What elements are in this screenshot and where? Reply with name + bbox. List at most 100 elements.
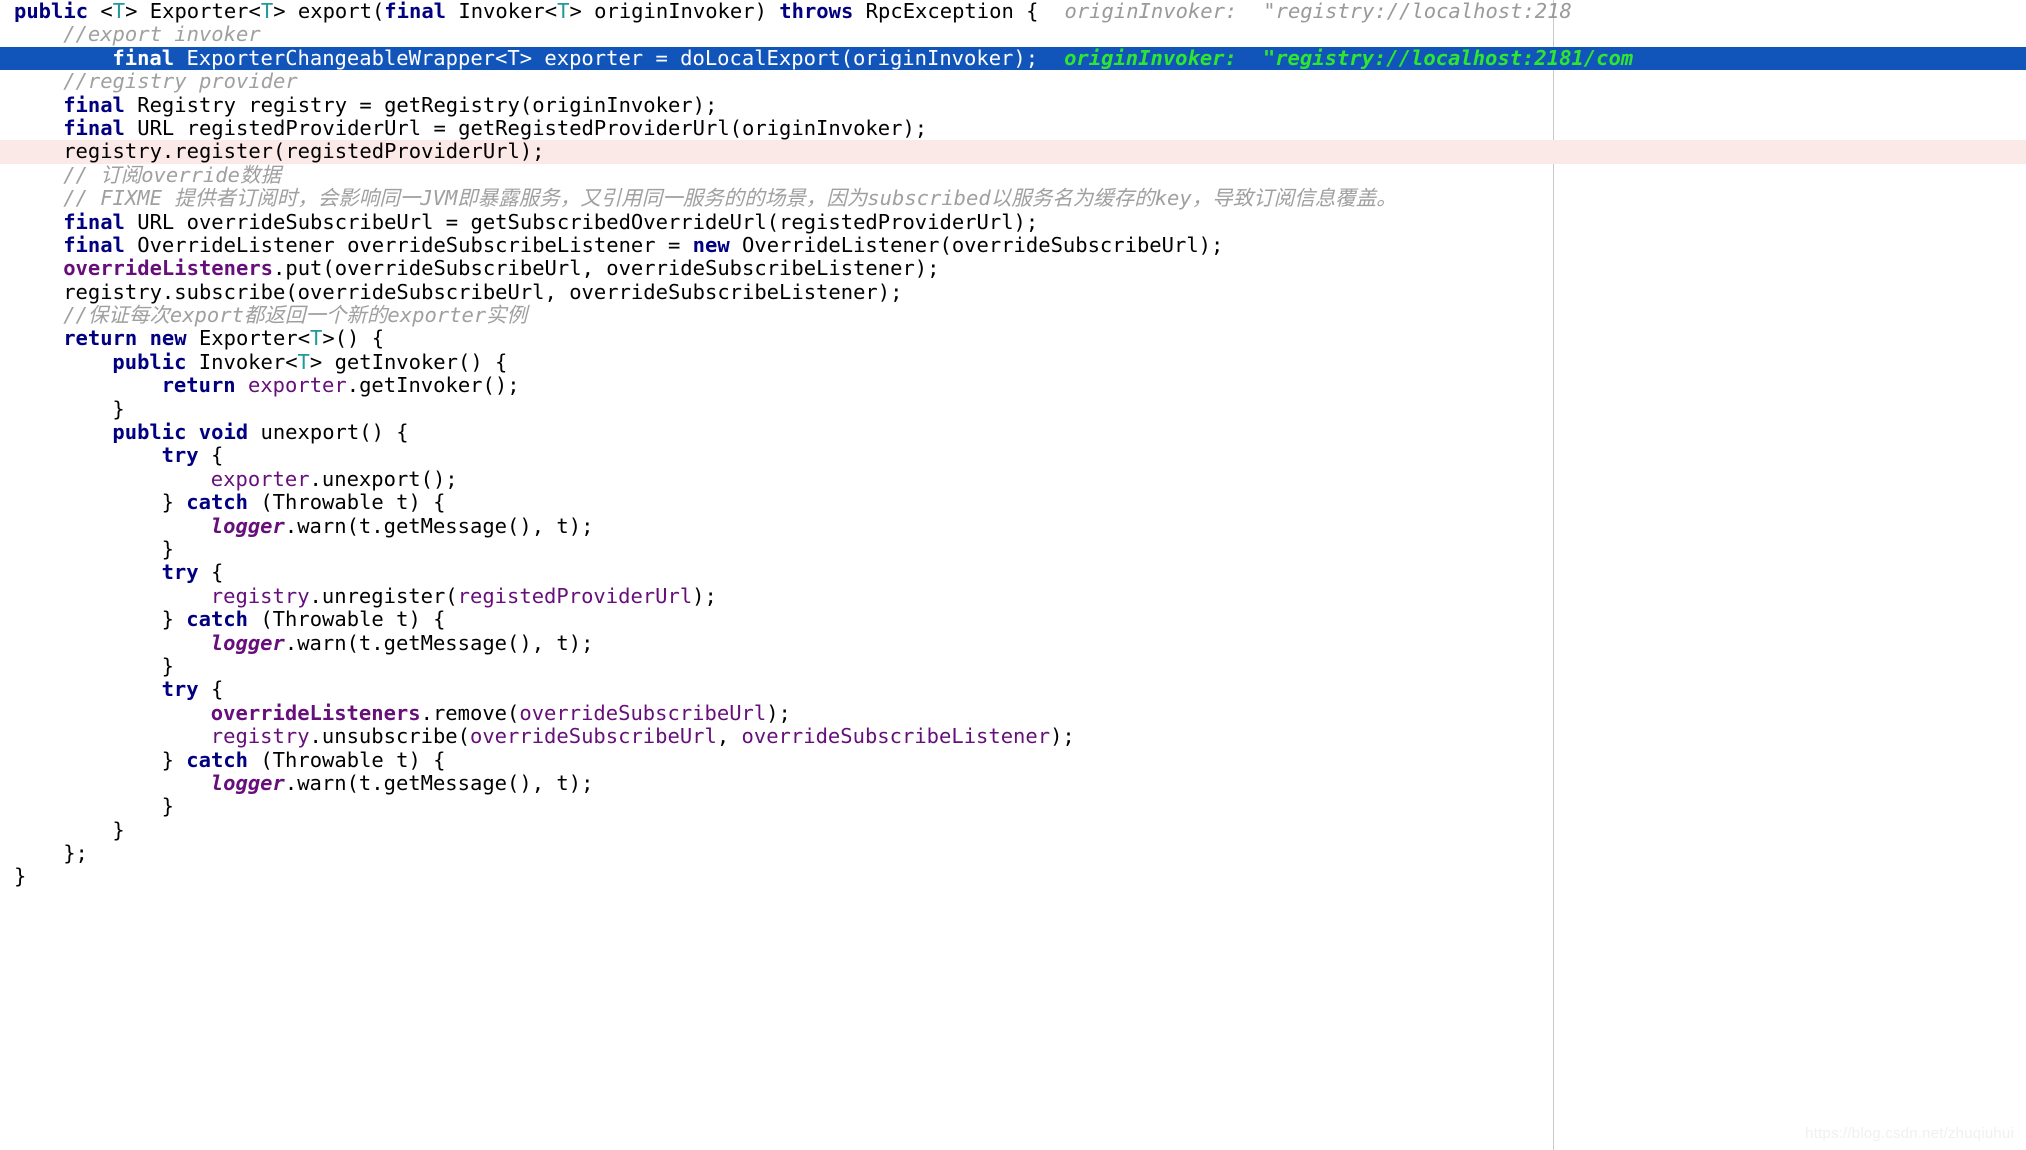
token-tp: T: [310, 326, 323, 351]
line-code: //保证每次export都返回一个新的exporter实例: [63, 303, 527, 327]
code-line[interactable]: }: [0, 537, 2026, 561]
token-kw: final: [63, 232, 125, 257]
token-plain: .warn(t.getMessage(), t);: [284, 770, 594, 795]
inline-debug-hint-name[interactable]: originInvoker:: [1064, 46, 1237, 70]
token-kw: try: [161, 677, 199, 702]
code-line[interactable]: try {: [0, 561, 2026, 584]
token-plain: .unregister(: [309, 583, 458, 608]
code-line[interactable]: return new Exporter<T>() {: [0, 327, 2026, 350]
inline-debug-hint-value[interactable]: "registry://localhost:218: [1263, 0, 1572, 23]
code-line[interactable]: }: [0, 818, 2026, 842]
code-line[interactable]: logger.warn(t.getMessage(), t);: [0, 514, 2026, 538]
code-line[interactable]: //保证每次export都返回一个新的exporter实例: [0, 303, 2026, 327]
token-loc: overrideSubscribeListener: [741, 724, 1051, 749]
token-kw: final: [384, 0, 447, 23]
token-cm: //registry provider: [63, 69, 298, 94]
code-line[interactable]: }: [0, 795, 2026, 818]
token-kw: final: [63, 209, 125, 234]
token-plain: Registry registry = getRegistry(originIn…: [124, 92, 718, 117]
token-fldi: logger: [210, 770, 285, 795]
token-loc: registry: [210, 724, 310, 749]
code-line[interactable]: registry.unsubscribe(overrideSubscribeUr…: [0, 724, 2026, 749]
token-kw: try: [161, 443, 199, 468]
code-line[interactable]: final ExporterChangeableWrapper<T> expor…: [0, 45, 2026, 71]
code-line[interactable]: } catch (Throwable t) {: [0, 748, 2026, 772]
code-line[interactable]: try {: [0, 444, 2026, 467]
line-code: overrideListeners.put(overrideSubscribeU…: [63, 256, 939, 280]
inline-debug-hint-value[interactable]: "registry://localhost:2181/com: [1263, 46, 1633, 70]
code-line[interactable]: final Registry registry = getRegistry(or…: [0, 92, 2026, 117]
token-plain: }: [161, 653, 174, 678]
token-plain: > exporter = doLocalExport(originInvoker…: [519, 45, 1039, 70]
token-loc: registedProviderUrl: [457, 583, 693, 608]
code-line[interactable]: // FIXME 提供者订阅时，会影响同一JVM即暴露服务，又引用同一服务的的场…: [0, 186, 2026, 211]
token-kw: public: [14, 0, 89, 23]
token-plain: URL overrideSubscribeUrl = getSubscribed…: [124, 209, 1039, 234]
line-code: }: [112, 818, 124, 842]
code-line[interactable]: // 订阅override数据: [0, 163, 2026, 187]
inline-debug-hint-name[interactable]: originInvoker:: [1064, 0, 1237, 23]
code-line[interactable]: };: [0, 841, 2026, 865]
token-plain: .unsubscribe(: [309, 724, 470, 749]
line-code: logger.warn(t.getMessage(), t);: [211, 771, 594, 795]
code-line[interactable]: public <T> Exporter<T> export(final Invo…: [0, 0, 2026, 23]
token-plain: > Exporter<: [125, 0, 261, 23]
token-cm: //保证每次export都返回一个新的exporter实例: [63, 303, 528, 328]
token-tp: T: [260, 0, 274, 23]
token-plain: (Throwable t) {: [248, 490, 446, 515]
token-loc: overrideSubscribeUrl: [519, 700, 767, 725]
token-plain: {: [198, 443, 224, 468]
code-line[interactable]: registry.unregister(registedProviderUrl)…: [0, 583, 2026, 608]
code-line[interactable]: final OverrideListener overrideSubscribe…: [0, 233, 2026, 257]
token-fld: overrideListeners: [63, 256, 274, 281]
code-line[interactable]: public Invoker<T> getInvoker() {: [0, 350, 2026, 374]
code-line[interactable]: final URL registedProviderUrl = getRegis…: [0, 115, 2026, 140]
token-kw: final: [112, 45, 175, 70]
code-line[interactable]: return exporter.getInvoker();: [0, 374, 2026, 397]
code-lines-container[interactable]: public <T> Exporter<T> export(final Invo…: [0, 0, 2026, 889]
token-plain: .getInvoker();: [346, 373, 520, 398]
code-line[interactable]: registry.register(registedProviderUrl);: [0, 139, 2026, 164]
code-line[interactable]: }: [0, 653, 2026, 678]
line-code: //export invoker: [63, 22, 260, 46]
code-editor-viewport[interactable]: public <T> Exporter<T> export(final Invo…: [0, 0, 2026, 1150]
code-line[interactable]: logger.warn(t.getMessage(), t);: [0, 771, 2026, 795]
code-line[interactable]: overrideListeners.remove(overrideSubscri…: [0, 700, 2026, 725]
code-line[interactable]: } catch (Throwable t) {: [0, 607, 2026, 632]
code-line[interactable]: final URL overrideSubscribeUrl = getSubs…: [0, 209, 2026, 234]
code-line[interactable]: try {: [0, 678, 2026, 701]
line-code: logger.warn(t.getMessage(), t);: [211, 514, 594, 538]
line-code: logger.warn(t.getMessage(), t);: [211, 631, 594, 655]
token-plain: );: [692, 583, 717, 608]
code-line[interactable]: registry.subscribe(overrideSubscribeUrl,…: [0, 279, 2026, 304]
code-line[interactable]: overrideListeners.put(overrideSubscribeU…: [0, 257, 2026, 280]
token-kw: final: [63, 92, 125, 117]
code-line[interactable]: } catch (Throwable t) {: [0, 491, 2026, 514]
token-plain: {: [198, 560, 224, 585]
token-kw: try: [161, 560, 199, 585]
code-line[interactable]: }: [0, 397, 2026, 421]
line-code: final OverrideListener overrideSubscribe…: [63, 233, 1223, 257]
token-loc: registry: [210, 583, 310, 608]
token-plain: URL registedProviderUrl = getRegistedPro…: [124, 115, 928, 140]
line-code: } catch (Throwable t) {: [162, 490, 446, 514]
token-cm: // 订阅override数据: [63, 162, 281, 187]
token-kw: catch: [186, 490, 248, 515]
code-line[interactable]: }: [0, 865, 2026, 888]
token-tp: T: [557, 0, 570, 23]
code-line[interactable]: exporter.unexport();: [0, 467, 2026, 491]
token-kw: catch: [186, 607, 248, 632]
line-code: try {: [162, 677, 224, 701]
line-code: // 订阅override数据: [63, 163, 281, 187]
line-code: registry.register(registedProviderUrl);: [63, 139, 544, 163]
token-loc: overrideSubscribeUrl: [470, 724, 717, 749]
token-plain: }: [112, 817, 125, 842]
code-line[interactable]: public void unexport() {: [0, 420, 2026, 444]
token-cm: // FIXME 提供者订阅时，会影响同一JVM即暴露服务，又引用同一服务的的场…: [63, 186, 1397, 211]
token-plain: OverrideListener overrideSubscribeListen…: [124, 232, 693, 257]
code-line[interactable]: //registry provider: [0, 69, 2026, 94]
code-line[interactable]: //export invoker: [0, 23, 2026, 46]
code-line[interactable]: logger.warn(t.getMessage(), t);: [0, 631, 2026, 655]
line-code: return new Exporter<T>() {: [63, 326, 384, 350]
token-plain: registry.subscribe(overrideSubscribeUrl,…: [63, 279, 903, 304]
